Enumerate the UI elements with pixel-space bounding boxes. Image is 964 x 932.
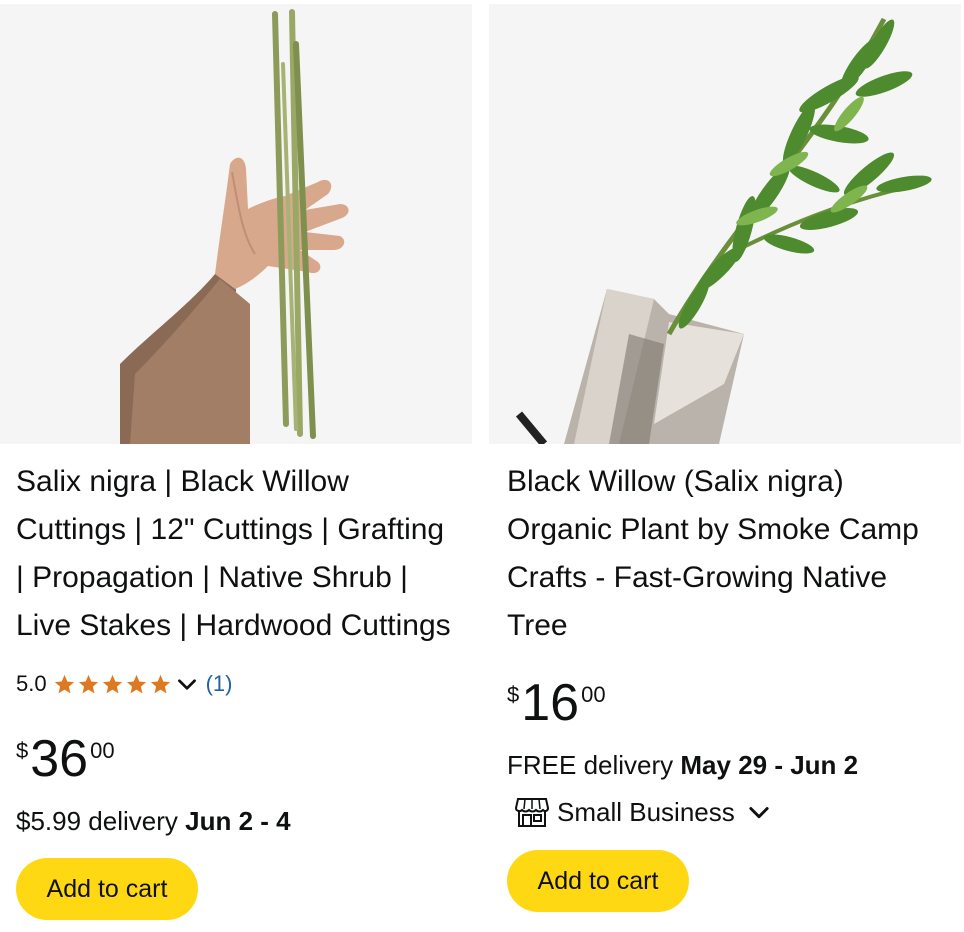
rating-row-1[interactable]: 5.0 (1) <box>16 668 232 700</box>
product-title-1[interactable]: Salix nigra | Black Willow Cuttings | 12… <box>16 458 456 650</box>
product-card-1: Salix nigra | Black Willow Cuttings | 12… <box>0 0 472 932</box>
rating-score: 5.0 <box>16 671 47 696</box>
price-1: $ 36 00 <box>16 732 115 786</box>
add-to-cart-button-1[interactable]: Add to cart <box>16 858 198 920</box>
star-icon <box>78 674 98 693</box>
price-whole: 16 <box>521 674 580 732</box>
price-symbol: $ <box>16 738 29 763</box>
chevron-down-icon[interactable] <box>745 798 773 826</box>
willow-plant-image <box>515 17 932 444</box>
store-icon <box>515 798 549 827</box>
star-icon <box>102 674 122 693</box>
delivery-price: $5.99 delivery <box>16 806 178 836</box>
star-icon <box>54 674 74 693</box>
small-business-label: Small Business <box>557 796 735 827</box>
delivery-date: Jun 2 - 4 <box>185 806 291 836</box>
star-rating <box>53 673 172 696</box>
price-2: $ 16 00 <box>507 676 606 730</box>
add-to-cart-button-2[interactable]: Add to cart <box>507 850 689 912</box>
product-card-2: Black Willow (Salix nigra) Organic Plant… <box>489 0 961 932</box>
small-business-badge[interactable]: Small Business <box>515 796 773 828</box>
price-fraction: 00 <box>581 682 606 707</box>
review-count-link[interactable]: (1) <box>206 671 233 697</box>
delivery-date: May 29 - Jun 2 <box>680 750 859 780</box>
willow-cuttings-hand-image <box>120 9 349 444</box>
price-symbol: $ <box>507 682 520 707</box>
chevron-down-icon[interactable] <box>174 671 200 697</box>
star-icon <box>126 674 146 693</box>
price-fraction: 00 <box>90 738 115 763</box>
product-image-1[interactable] <box>0 4 472 444</box>
product-image-2[interactable] <box>489 4 961 444</box>
price-whole: 36 <box>30 730 89 788</box>
product-title-2[interactable]: Black Willow (Salix nigra) Organic Plant… <box>507 458 947 650</box>
delivery-price: FREE delivery <box>507 750 674 780</box>
delivery-info-2: FREE delivery May 29 - Jun 2 <box>507 750 858 781</box>
star-icon <box>150 674 170 693</box>
delivery-info-1: $5.99 delivery Jun 2 - 4 <box>16 806 291 837</box>
